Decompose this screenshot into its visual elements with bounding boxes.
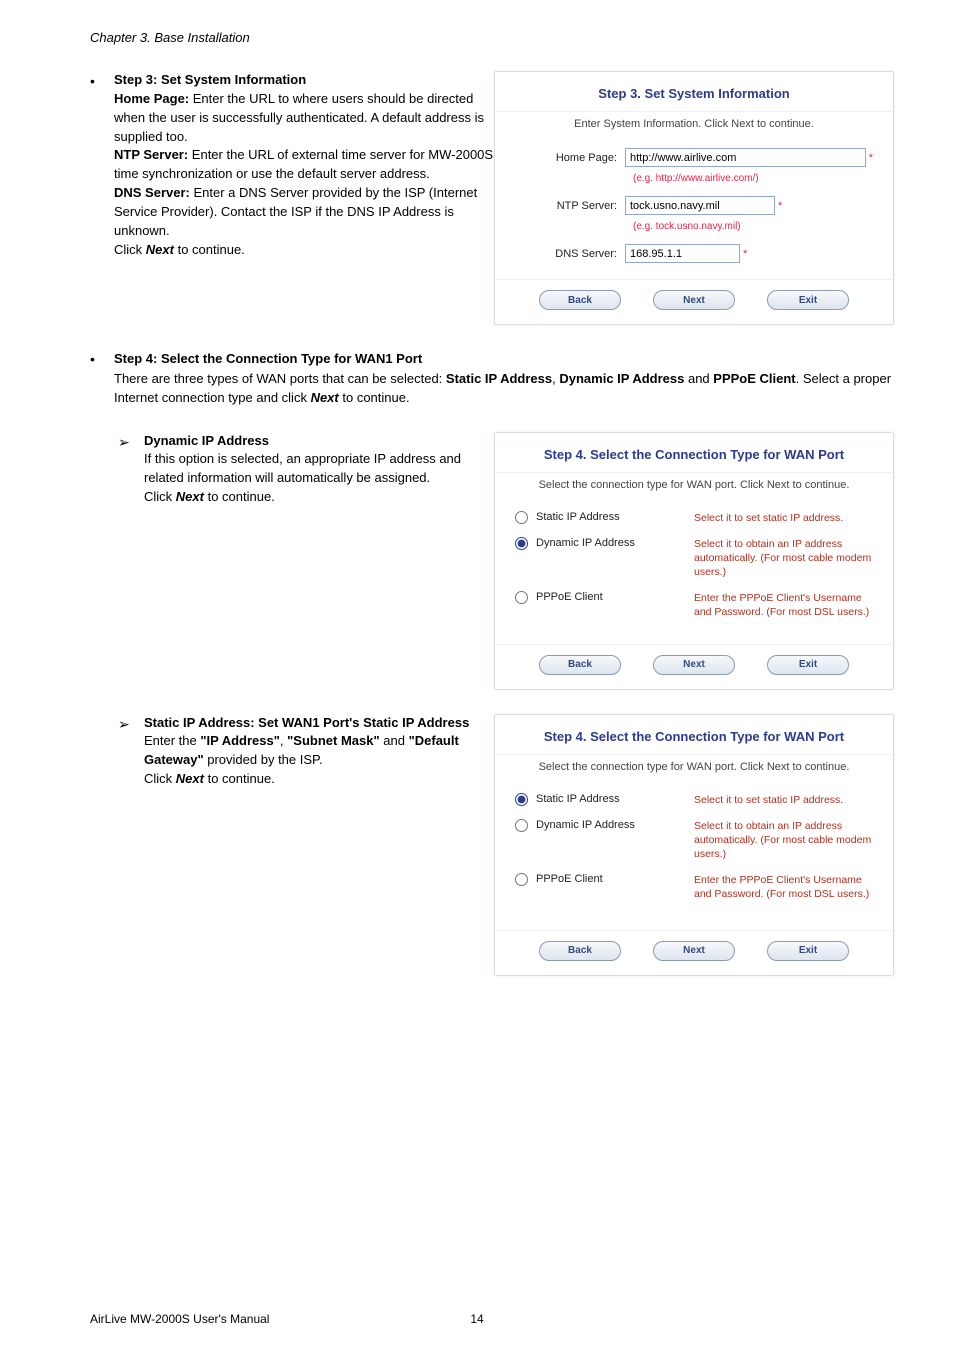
- pointer: ➢: [118, 714, 144, 733]
- label-home-page: Home Page:: [515, 152, 625, 164]
- opt-static-label-a: Static IP Address: [536, 511, 686, 523]
- bullet: •: [90, 71, 114, 89]
- eg-ntp: (e.g. tock.usno.navy.mil): [613, 219, 893, 240]
- step3-continue: to continue.: [174, 242, 245, 257]
- opt-dynamic-desc-a: Select it to obtain an IP address automa…: [694, 537, 873, 580]
- panel3-title: Step 3. Set System Information: [495, 72, 893, 111]
- required-star: *: [866, 152, 873, 164]
- step4-body1: There are three types of WAN ports that …: [114, 371, 446, 386]
- stat-body2: provided by the ISP.: [204, 752, 323, 767]
- step4-and: and: [684, 371, 713, 386]
- stat-q1: "IP Address": [200, 733, 280, 748]
- dyn-text: Dynamic IP Address If this option is sel…: [144, 432, 474, 507]
- radio-static-a[interactable]: [515, 511, 528, 524]
- input-dns[interactable]: [625, 244, 740, 263]
- step4-b3: PPPoE Client: [713, 371, 795, 386]
- panel4b-subtitle: Select the connection type for WAN port.…: [495, 754, 893, 787]
- input-ntp[interactable]: [625, 196, 775, 215]
- stat-and: and: [380, 733, 409, 748]
- dyn-title: Dynamic IP Address: [144, 433, 269, 448]
- panel3-subtitle: Enter System Information. Click Next to …: [495, 111, 893, 144]
- dyn-continue: to continue.: [204, 489, 275, 504]
- back-button[interactable]: Back: [539, 655, 621, 675]
- step4-b1: Static IP Address: [446, 371, 552, 386]
- pointer: ➢: [118, 432, 144, 451]
- panel4a-title: Step 4. Select the Connection Type for W…: [495, 433, 893, 472]
- step3-title: Step 3: Set System Information: [114, 72, 306, 87]
- stat-next-word: Next: [176, 771, 204, 786]
- step4-text: Step 4: Select the Connection Type for W…: [114, 349, 894, 408]
- eg-home: (e.g. http://www.airlive.com/): [613, 171, 893, 192]
- stat-title: Static IP Address: Set WAN1 Port's Stati…: [144, 715, 469, 730]
- stat-text: Static IP Address: Set WAN1 Port's Stati…: [144, 714, 474, 789]
- step3-label-dns: DNS Server:: [114, 185, 190, 200]
- opt-dynamic-label-b: Dynamic IP Address: [536, 819, 686, 831]
- radio-dynamic-b[interactable]: [515, 819, 528, 832]
- label-dns: DNS Server:: [515, 248, 625, 260]
- opt-static-label-b: Static IP Address: [536, 793, 686, 805]
- radio-static-b[interactable]: [515, 793, 528, 806]
- panel-step4-dynamic: Step 4. Select the Connection Type for W…: [494, 432, 894, 690]
- exit-button[interactable]: Exit: [767, 290, 849, 310]
- input-home-page[interactable]: [625, 148, 866, 167]
- opt-dynamic-label-a: Dynamic IP Address: [536, 537, 686, 549]
- label-ntp: NTP Server:: [515, 200, 625, 212]
- step4-b2: Dynamic IP Address: [559, 371, 684, 386]
- chapter-heading: Chapter 3. Base Installation: [90, 30, 894, 45]
- back-button[interactable]: Back: [539, 941, 621, 961]
- opt-pppoe-desc-b: Enter the PPPoE Client's Username and Pa…: [694, 873, 873, 901]
- step3-next-word: Next: [146, 242, 174, 257]
- step3-click: Click: [114, 242, 146, 257]
- panel-step3: Step 3. Set System Information Enter Sys…: [494, 71, 894, 325]
- bullet: •: [90, 349, 114, 367]
- exit-button[interactable]: Exit: [767, 941, 849, 961]
- step4-title: Step 4: Select the Connection Type for W…: [114, 351, 422, 366]
- page-number: 14: [0, 1312, 954, 1326]
- opt-pppoe-desc-a: Enter the PPPoE Client's Username and Pa…: [694, 591, 873, 619]
- panel-step4-static: Step 4. Select the Connection Type for W…: [494, 714, 894, 976]
- next-button[interactable]: Next: [653, 655, 735, 675]
- opt-pppoe-label-a: PPPoE Client: [536, 591, 686, 603]
- stat-body1: Enter the: [144, 733, 200, 748]
- panel4b-title: Step 4. Select the Connection Type for W…: [495, 715, 893, 754]
- step4-next-word: Next: [311, 390, 339, 405]
- required-star: *: [740, 248, 747, 260]
- opt-pppoe-label-b: PPPoE Client: [536, 873, 686, 885]
- dyn-next-word: Next: [176, 489, 204, 504]
- stat-continue: to continue.: [204, 771, 275, 786]
- opt-static-desc-b: Select it to set static IP address.: [694, 793, 873, 807]
- dyn-body: If this option is selected, an appropria…: [144, 451, 461, 485]
- dyn-click: Click: [144, 489, 176, 504]
- opt-dynamic-desc-b: Select it to obtain an IP address automa…: [694, 819, 873, 862]
- step3-text: Step 3: Set System Information Home Page…: [114, 71, 494, 259]
- required-star: *: [775, 200, 782, 212]
- radio-pppoe-a[interactable]: [515, 591, 528, 604]
- exit-button[interactable]: Exit: [767, 655, 849, 675]
- next-button[interactable]: Next: [653, 290, 735, 310]
- stat-click: Click: [144, 771, 176, 786]
- next-button[interactable]: Next: [653, 941, 735, 961]
- radio-pppoe-b[interactable]: [515, 873, 528, 886]
- radio-dynamic-a[interactable]: [515, 537, 528, 550]
- back-button[interactable]: Back: [539, 290, 621, 310]
- stat-q2: "Subnet Mask": [287, 733, 380, 748]
- step3-label-ntp: NTP Server:: [114, 147, 188, 162]
- step4-body3: to continue.: [339, 390, 410, 405]
- panel4a-subtitle: Select the connection type for WAN port.…: [495, 472, 893, 505]
- step3-label-home: Home Page:: [114, 91, 189, 106]
- opt-static-desc-a: Select it to set static IP address.: [694, 511, 873, 525]
